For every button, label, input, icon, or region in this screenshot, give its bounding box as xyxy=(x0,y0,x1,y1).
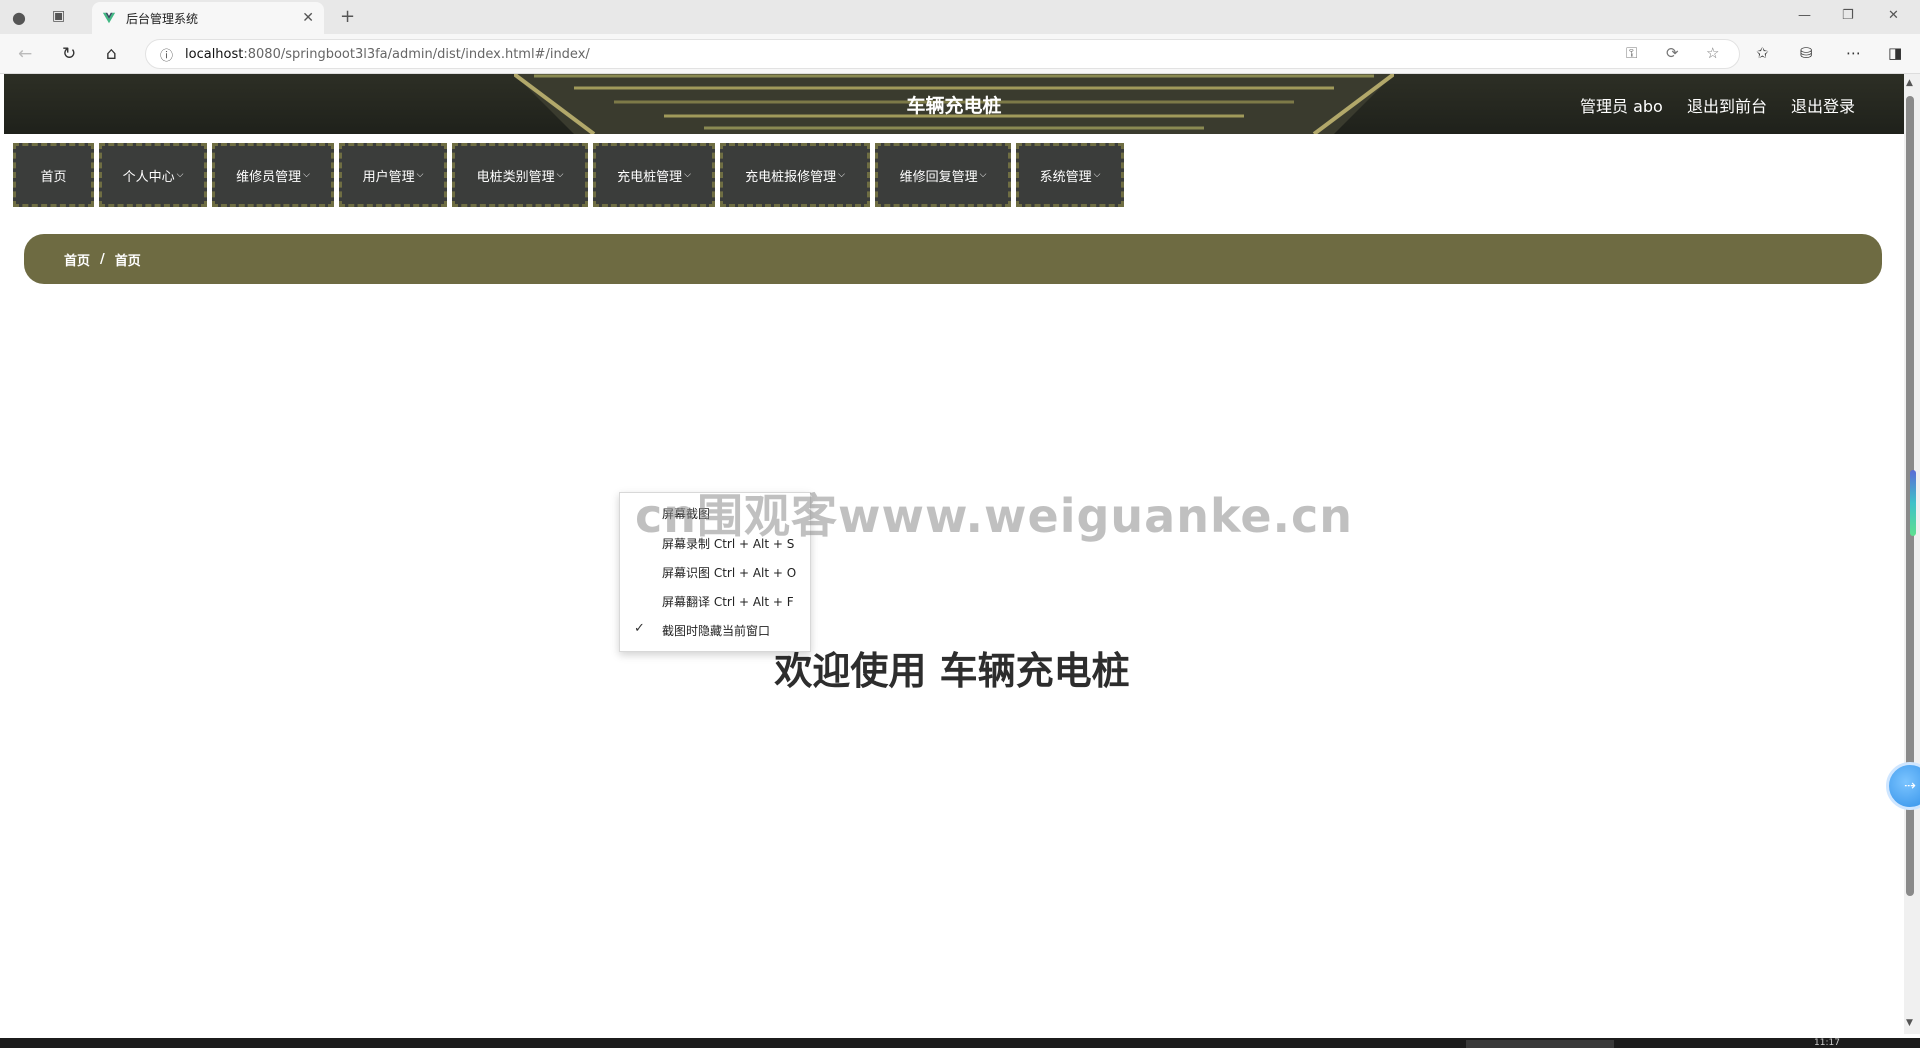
breadcrumb-home[interactable]: 首页 xyxy=(64,250,90,269)
tab-actions-icon[interactable]: ▣ xyxy=(52,8,65,24)
menu-item-label: 充电桩管理 xyxy=(617,169,683,185)
menu-item-label: 维修回复管理 xyxy=(899,169,978,185)
side-progress-indicator xyxy=(1910,470,1916,536)
favorite-star-icon[interactable]: ☆ xyxy=(1706,44,1719,62)
menu-item-repairman-management[interactable]: 维修员管理 ⌵ xyxy=(212,143,334,207)
menu-item-label: 电桩类别管理 xyxy=(476,169,555,185)
menu-item-repair-reply-management[interactable]: 维修回复管理 ⌵ xyxy=(875,143,1011,207)
reload-icon[interactable]: ↻ xyxy=(62,44,76,64)
site-info-icon[interactable]: ⓘ xyxy=(160,45,173,64)
ctx-item-hide-window[interactable]: 截图时隐藏当前窗口 xyxy=(662,622,770,639)
close-window-icon[interactable]: ✕ xyxy=(1888,8,1899,23)
chevron-down-icon: ⌵ xyxy=(416,170,424,180)
menu-item-personal-center[interactable]: 个人中心 ⌵ xyxy=(99,143,207,207)
taskbar-active-app[interactable] xyxy=(1466,1040,1614,1048)
url-path: :8080/springboot3l3fa/admin/dist/index.h… xyxy=(243,46,590,62)
welcome-heading: 欢迎使用 车辆充电桩 xyxy=(774,649,1130,693)
menu-item-pile-category-management[interactable]: 电桩类别管理 ⌵ xyxy=(452,143,588,207)
admin-user-label: 管理员 abo xyxy=(1580,97,1663,116)
profile-icon[interactable]: ● xyxy=(12,8,26,27)
app-header: 车辆充电桩 管理员 abo 退出到前台 退出登录 xyxy=(4,74,1904,134)
menu-item-repair-request-management[interactable]: 充电桩报修管理 ⌵ xyxy=(720,143,870,207)
chevron-down-icon: ⌵ xyxy=(556,170,564,180)
chevron-down-icon: ⌵ xyxy=(176,170,184,180)
new-tab-icon[interactable]: + xyxy=(340,6,355,27)
menu-item-label: 维修员管理 xyxy=(236,169,302,185)
address-bar-row: ← ↻ ⌂ ⓘ localhost :8080/springboot3l3fa/… xyxy=(0,34,1920,74)
favorites-list-icon[interactable]: ✩ xyxy=(1756,44,1769,62)
chevron-down-icon: ⌵ xyxy=(303,170,310,180)
breadcrumb-current: 首页 xyxy=(114,253,141,269)
restore-icon[interactable]: ❐ xyxy=(1842,8,1854,23)
key-icon[interactable]: ⚿ xyxy=(1626,44,1637,62)
menu-item-home[interactable]: 首页 xyxy=(13,143,94,207)
scroll-up-icon[interactable]: ▲ xyxy=(1906,78,1913,88)
url-host: localhost xyxy=(185,46,244,62)
home-icon[interactable]: ⌂ xyxy=(106,44,117,64)
vue-logo-icon xyxy=(102,12,116,24)
chevron-down-icon: ⌵ xyxy=(838,170,845,180)
top-menu: 首页 个人中心 ⌵ 维修员管理 ⌵ 用户管理 ⌵ 电桩类别管理 ⌵ 充电桩管理 ⌵ 充电桩… xyxy=(13,143,1124,207)
logout-link[interactable]: 退出登录 xyxy=(1791,93,1855,117)
back-to-front-link[interactable]: 退出到前台 xyxy=(1687,93,1767,117)
menu-item-label: 系统管理 xyxy=(1039,169,1092,185)
scroll-down-icon[interactable]: ▼ xyxy=(1906,1018,1913,1028)
browser-tab-bar: ● ▣ 后台管理系统 ✕ + — ❐ ✕ xyxy=(0,0,1920,34)
menu-item-label: 个人中心 xyxy=(122,169,175,185)
extension-icon[interactable]: ⛁ xyxy=(1800,44,1813,62)
url-input[interactable]: ⓘ localhost :8080/springboot3l3fa/admin/… xyxy=(145,39,1740,69)
minimize-icon[interactable]: — xyxy=(1798,8,1811,23)
menu-item-charging-pile-management[interactable]: 充电桩管理 ⌵ xyxy=(593,143,715,207)
menu-item-system-management[interactable]: 系统管理 ⌵ xyxy=(1016,143,1124,207)
watermark-text: cn围观客www.weiguanke.cn xyxy=(635,489,1354,543)
refresh-translate-icon[interactable]: ⟳ xyxy=(1666,44,1679,62)
chevron-down-icon: ⌵ xyxy=(979,170,987,180)
chevron-down-icon: ⌵ xyxy=(1093,170,1101,180)
breadcrumb-separator: / xyxy=(100,251,105,267)
sidebar-toggle-icon[interactable]: ◨ xyxy=(1888,44,1902,62)
menu-item-label: 用户管理 xyxy=(362,169,415,185)
tab-title: 后台管理系统 xyxy=(126,11,199,26)
ctx-item-screen-translate[interactable]: 屏幕翻译 Ctrl + Alt + F xyxy=(662,593,794,610)
menu-item-user-management[interactable]: 用户管理 ⌵ xyxy=(339,143,447,207)
floating-assistant-icon[interactable]: ⇢ xyxy=(1886,762,1920,810)
tab-close-icon[interactable]: ✕ xyxy=(302,10,314,26)
taskbar-clock: 11:17 xyxy=(1814,1038,1840,1048)
menu-item-label: 充电桩报修管理 xyxy=(745,169,837,185)
menu-item-label: 首页 xyxy=(40,169,67,185)
check-icon: ✓ xyxy=(634,621,645,636)
more-menu-icon[interactable]: ⋯ xyxy=(1846,44,1861,62)
breadcrumb: 首页 / 首页 xyxy=(24,234,1882,284)
taskbar xyxy=(0,1038,1920,1048)
browser-tab[interactable]: 后台管理系统 ✕ xyxy=(92,2,324,34)
back-icon[interactable]: ← xyxy=(18,44,32,64)
ctx-item-screen-recognize[interactable]: 屏幕识图 Ctrl + Alt + O xyxy=(662,564,796,581)
chevron-down-icon: ⌵ xyxy=(684,170,691,180)
